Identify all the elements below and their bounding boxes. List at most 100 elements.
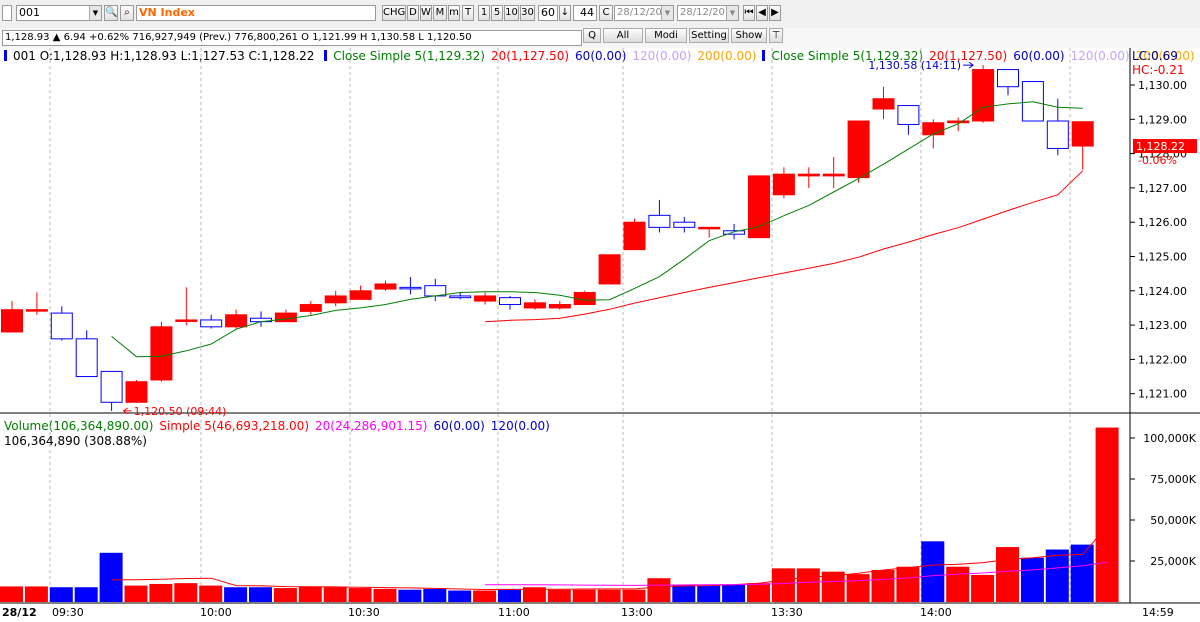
volume-bar	[49, 587, 73, 602]
volume-bar	[498, 588, 521, 602]
month-button[interactable]: M	[433, 5, 447, 21]
volume-bar	[323, 587, 347, 602]
prev-page-icon[interactable]: ◀	[756, 5, 768, 21]
candle	[947, 120, 970, 124]
volume-bar	[921, 541, 945, 602]
volume-bar	[622, 589, 646, 602]
chevron-down-icon[interactable]: ▼	[726, 6, 738, 20]
tab-all[interactable]: All	[603, 28, 643, 43]
candle	[723, 230, 746, 235]
x-tick-label: 14:00	[920, 606, 952, 619]
volume-bar	[846, 574, 870, 602]
volume-bar	[423, 588, 447, 602]
interval-5-button[interactable]: 5	[491, 5, 503, 21]
week-button[interactable]: W	[420, 5, 432, 21]
x-tick-label: 28/12	[2, 606, 37, 619]
arrow-down-icon[interactable]: ↓	[559, 5, 571, 21]
x-tick-label: 09:30	[52, 606, 84, 619]
tab-show[interactable]: Show	[731, 28, 767, 43]
candle	[1046, 120, 1069, 149]
tab-modi[interactable]: Modi	[645, 28, 687, 43]
volume-bar	[0, 586, 23, 602]
count-input[interactable]: 44	[573, 5, 597, 21]
volume-bar	[971, 574, 995, 602]
candle	[897, 105, 920, 125]
candle	[698, 226, 721, 230]
candle	[50, 312, 73, 340]
y-tick-label: 1,122.00	[1138, 353, 1187, 366]
candle	[1071, 121, 1094, 147]
tab-setting[interactable]: Setting	[689, 28, 729, 43]
quote-summary: 1,128.93 ▲ 6.94 +0.62% 716,927,949 (Prev…	[2, 30, 582, 46]
volume-bar	[99, 552, 123, 602]
volume-bar	[448, 590, 472, 602]
interval-30-button[interactable]: 30	[520, 5, 535, 21]
candle	[125, 381, 148, 403]
price-volume-chart[interactable]: 1,121.00 1,122.00 1,123.00 1,124.00 1,125.00…	[0, 48, 1200, 622]
volume-bar	[647, 578, 671, 602]
chevron-down-icon[interactable]: ▼	[661, 6, 673, 20]
candle	[772, 173, 795, 196]
volume-bar	[224, 587, 248, 602]
volume-bar	[1095, 427, 1119, 602]
x-tick-label: 13:00	[621, 606, 653, 619]
y-tick-label: 1,129.00	[1138, 113, 1187, 126]
symbol-select[interactable]: 001 ▼	[16, 5, 102, 21]
date-from-input[interactable]: 28/12/20… ▼	[614, 5, 674, 21]
candle	[997, 69, 1019, 88]
day-button[interactable]: D	[407, 5, 419, 21]
pin-icon[interactable]	[2, 5, 12, 21]
c-button[interactable]: C	[599, 5, 613, 21]
chevron-down-icon[interactable]: ▼	[89, 6, 101, 20]
date-to-input[interactable]: 28/12/20… ▼	[677, 5, 739, 21]
x-tick-label: 13:30	[771, 606, 803, 619]
volume-bar	[747, 583, 770, 602]
volume-bar	[572, 589, 596, 602]
volume-bar	[946, 566, 970, 602]
volume-bar	[722, 584, 746, 602]
high-annotation: 1,130.58 (14:11)	[868, 59, 961, 72]
y-tick-label: 1,127.00	[1138, 182, 1187, 195]
candle	[274, 312, 297, 323]
candle	[449, 295, 472, 299]
y-tick-label: 1,123.00	[1138, 319, 1187, 332]
volume-bar	[74, 587, 98, 602]
zoom-icon[interactable]: ⌕	[120, 5, 134, 21]
candle	[175, 319, 198, 322]
volume-bar	[771, 568, 795, 602]
next-page-icon[interactable]: ▶	[769, 5, 781, 21]
volume-bar	[249, 587, 272, 602]
tick-button[interactable]: T	[462, 5, 474, 21]
search-icon[interactable]: 🔍	[104, 5, 118, 21]
first-page-icon[interactable]: ⏮	[743, 5, 755, 21]
x-tick-label: 10:00	[200, 606, 232, 619]
chg-button[interactable]: CHG	[382, 5, 406, 21]
volume-bar	[1020, 557, 1044, 602]
minute-button[interactable]: m	[448, 5, 460, 21]
volume-bar	[473, 590, 497, 602]
volume-y-tick-label: 50,000K	[1150, 514, 1196, 527]
interval-10-button[interactable]: 10	[504, 5, 519, 21]
interval-input[interactable]: 60	[538, 5, 558, 21]
pin-tab-icon[interactable]: ⊤	[769, 28, 783, 43]
candle	[25, 309, 48, 312]
candle	[847, 120, 870, 179]
candle	[225, 314, 248, 328]
x-tick-label: 10:30	[348, 606, 380, 619]
tab-q[interactable]: Q	[583, 28, 601, 43]
candle	[598, 254, 621, 285]
interval-1-button[interactable]: 1	[478, 5, 490, 21]
volume-y-tick-label: 100,000K	[1143, 432, 1196, 445]
volume-bar	[597, 589, 621, 602]
candle	[374, 283, 397, 290]
candle	[922, 122, 945, 136]
candle	[75, 338, 98, 378]
candle	[499, 297, 521, 306]
index-name: VN Index	[136, 5, 376, 21]
volume-bar	[24, 586, 48, 602]
candle	[1, 309, 23, 333]
volume-bar	[298, 586, 322, 602]
candle	[100, 370, 123, 403]
y-tick-label: 1,121.00	[1138, 388, 1187, 401]
volume-bar	[199, 585, 223, 602]
